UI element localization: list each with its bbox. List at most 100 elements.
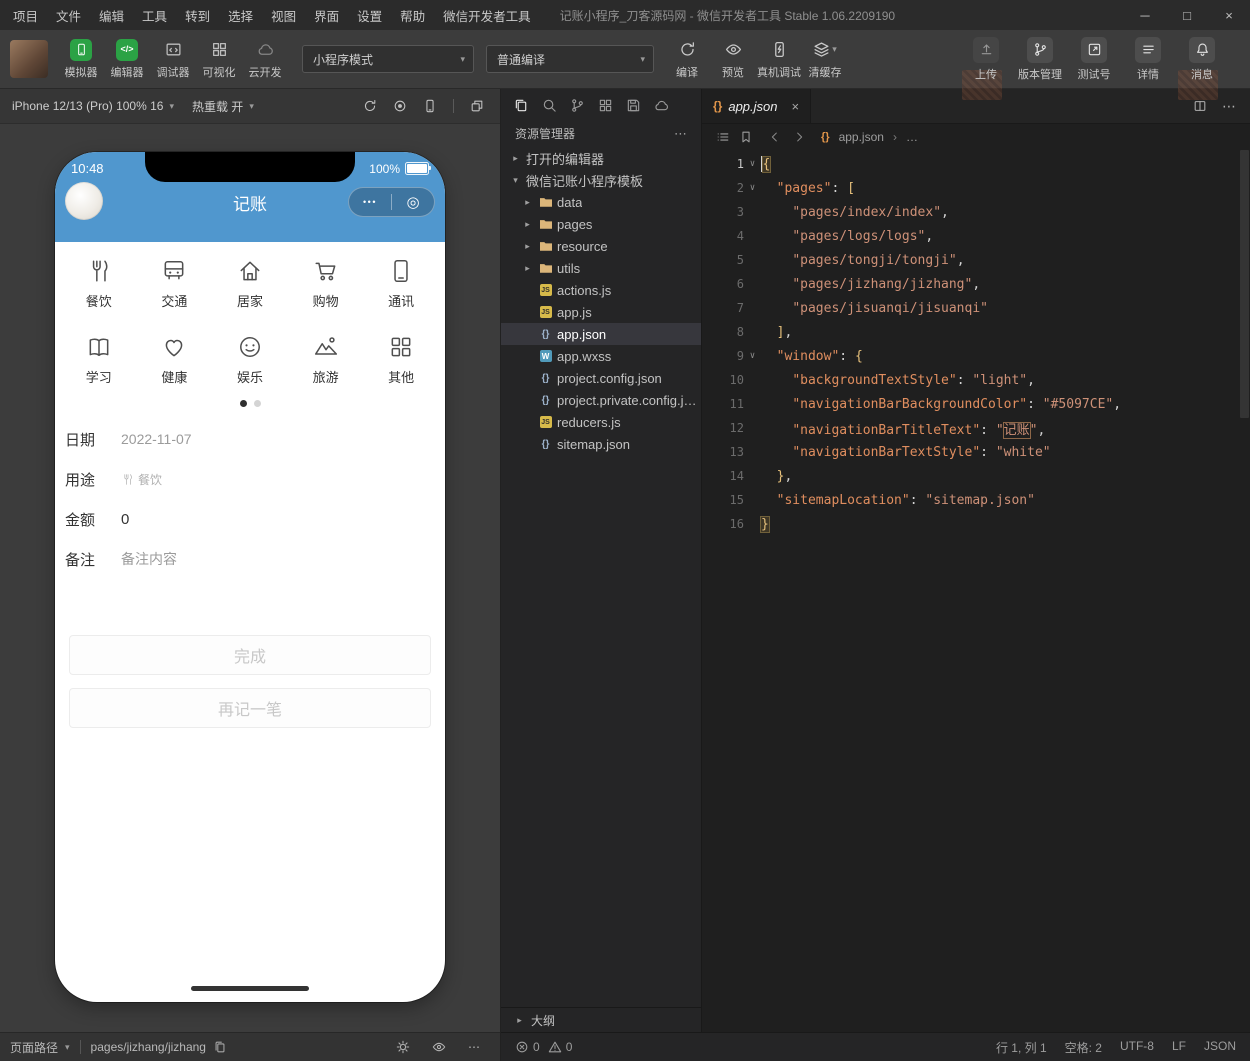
toolbar-upload-button[interactable]: 上传	[960, 36, 1012, 82]
code-line[interactable]: 15 "sitemapLocation": "sitemap.json"	[702, 488, 1250, 512]
fold-chevron-icon[interactable]: ∨	[744, 183, 761, 193]
tree-item[interactable]: ▾ 微信记账小程序模板	[501, 169, 701, 191]
home-circle-icon[interactable]: ◎	[392, 194, 434, 211]
tree-item[interactable]: ▸ pages	[501, 213, 701, 235]
chevron-down-icon[interactable]: ▾	[249, 101, 254, 111]
action-device-debug-button[interactable]: 真机调试	[756, 39, 802, 80]
category-shopping[interactable]: 购物	[288, 258, 364, 310]
category-dining[interactable]: 餐饮	[61, 258, 137, 310]
category-transport[interactable]: 交通	[137, 258, 213, 310]
tree-item[interactable]: {} project.private.config.js…	[501, 389, 701, 411]
phone-button[interactable]: 再记一笔	[69, 688, 431, 728]
language-mode[interactable]: JSON	[1204, 1039, 1236, 1056]
category-comms[interactable]: 通讯	[363, 258, 439, 310]
toolbar-debugger-button[interactable]: 调试器	[150, 39, 196, 80]
code-line[interactable]: 4 "pages/logs/logs",	[702, 224, 1250, 248]
form-row[interactable]: 金额 0	[65, 499, 435, 539]
close-button[interactable]: ×	[1208, 0, 1250, 30]
fold-chevron-icon[interactable]: ∨	[744, 159, 761, 169]
files-icon[interactable]	[514, 98, 529, 113]
tree-item[interactable]: Wapp.wxss	[501, 345, 701, 367]
search-icon[interactable]	[542, 98, 557, 113]
tab-close-icon[interactable]: ×	[792, 99, 800, 114]
tree-item[interactable]: JS actions.js	[501, 279, 701, 301]
branch-icon[interactable]	[570, 98, 585, 113]
code-line[interactable]: 3 "pages/index/index",	[702, 200, 1250, 224]
outline-section[interactable]: ▸ 大纲	[501, 1007, 701, 1032]
editor-scrollbar[interactable]	[1240, 150, 1249, 418]
toolbar-version-button[interactable]: 版本管理	[1014, 36, 1066, 82]
tree-item[interactable]: ▸ utils	[501, 257, 701, 279]
category-home[interactable]: 居家	[212, 258, 288, 310]
minimize-button[interactable]: ─	[1124, 0, 1166, 30]
code-line[interactable]: 14 },	[702, 464, 1250, 488]
refresh-icon[interactable]	[363, 99, 377, 113]
tree-item[interactable]: JS reducers.js	[501, 411, 701, 433]
action-clear-cache-button[interactable]: ▾ 清缓存	[802, 39, 848, 80]
fold-chevron-icon[interactable]: ∨	[744, 351, 761, 361]
menu-item[interactable]: 界面	[305, 0, 348, 30]
code-line[interactable]: 6 "pages/jizhang/jizhang",	[702, 272, 1250, 296]
more-dots-icon[interactable]: •••	[349, 197, 391, 207]
sun-icon[interactable]	[396, 1040, 410, 1054]
more-icon[interactable]: ⋯	[468, 1041, 480, 1053]
code-line[interactable]: 12 "navigationBarTitleText": "记账",	[702, 416, 1250, 440]
code-line[interactable]: 5 "pages/tongji/tongji",	[702, 248, 1250, 272]
chevron-down-icon[interactable]: ▾	[169, 101, 174, 111]
toolbar-editor-button[interactable]: </> 编辑器	[104, 38, 150, 80]
cursor-position[interactable]: 行 1, 列 1	[996, 1039, 1047, 1056]
indent-setting[interactable]: 空格: 2	[1065, 1039, 1102, 1056]
tree-item[interactable]: ▸ resource	[501, 235, 701, 257]
category-study[interactable]: 学习	[61, 334, 137, 386]
tree-item[interactable]: {} sitemap.json	[501, 433, 701, 455]
menu-item[interactable]: 帮助	[391, 0, 434, 30]
category-other[interactable]: 其他	[363, 334, 439, 386]
breadcrumb-file[interactable]: app.json	[839, 130, 884, 144]
code-line[interactable]: 11 "navigationBarBackgroundColor": "#509…	[702, 392, 1250, 416]
code-line[interactable]: 9 ∨ "window": {	[702, 344, 1250, 368]
encoding-setting[interactable]: UTF-8	[1120, 1039, 1154, 1056]
chevron-down-icon[interactable]: ▾	[65, 1042, 70, 1052]
menu-item[interactable]: 项目	[4, 0, 47, 30]
code-line[interactable]: 2 ∨ "pages": [	[702, 176, 1250, 200]
code-line[interactable]: 16}	[702, 512, 1250, 536]
action-compile-button[interactable]: 编译	[664, 39, 710, 80]
menu-item[interactable]: 转到	[176, 0, 219, 30]
split-editor-icon[interactable]	[1193, 99, 1207, 113]
tree-item[interactable]: JS app.js	[501, 301, 701, 323]
form-row[interactable]: 用途 餐饮	[65, 459, 435, 499]
maximize-button[interactable]: □	[1166, 0, 1208, 30]
eol-setting[interactable]: LF	[1172, 1039, 1186, 1056]
menu-item[interactable]: 选择	[219, 0, 262, 30]
user-avatar[interactable]	[10, 40, 48, 78]
tree-item[interactable]: {} project.config.json	[501, 367, 701, 389]
code-line[interactable]: 10 "backgroundTextStyle": "light",	[702, 368, 1250, 392]
grid4-icon[interactable]	[598, 98, 613, 113]
hot-reload-toggle[interactable]: 热重载 开	[192, 98, 243, 115]
more-actions-icon[interactable]: ⋯	[1222, 98, 1236, 114]
tree-item[interactable]: {} app.json	[501, 323, 701, 345]
back-icon[interactable]	[768, 130, 782, 144]
more-actions-icon[interactable]: ⋯	[674, 126, 687, 141]
menu-item[interactable]: 微信开发者工具	[434, 0, 540, 30]
menu-item[interactable]: 编辑	[90, 0, 133, 30]
tree-item[interactable]: ▸ 打开的编辑器	[501, 147, 701, 169]
menu-item[interactable]: 设置	[348, 0, 391, 30]
menu-item[interactable]: 工具	[133, 0, 176, 30]
category-fun[interactable]: 娱乐	[212, 334, 288, 386]
menu-item[interactable]: 视图	[262, 0, 305, 30]
toolbar-testid-button[interactable]: 测试号	[1068, 36, 1120, 82]
record-icon[interactable]	[393, 99, 407, 113]
problems-errors[interactable]: 0	[515, 1040, 540, 1054]
action-eye-button[interactable]: 预览	[710, 39, 756, 80]
save-icon[interactable]	[626, 98, 641, 113]
menu-item[interactable]: 文件	[47, 0, 90, 30]
toolbar-visual-button[interactable]: 可视化	[196, 39, 242, 80]
tab-app-json[interactable]: {} app.json ×	[702, 89, 812, 123]
eye-icon[interactable]	[432, 1040, 446, 1054]
code-line[interactable]: 7 "pages/jisuanqi/jisuanqi"	[702, 296, 1250, 320]
copy-icon[interactable]	[213, 1040, 227, 1054]
code-line[interactable]: 8 ],	[702, 320, 1250, 344]
phone-button[interactable]: 完成	[69, 635, 431, 675]
category-travel[interactable]: 旅游	[288, 334, 364, 386]
